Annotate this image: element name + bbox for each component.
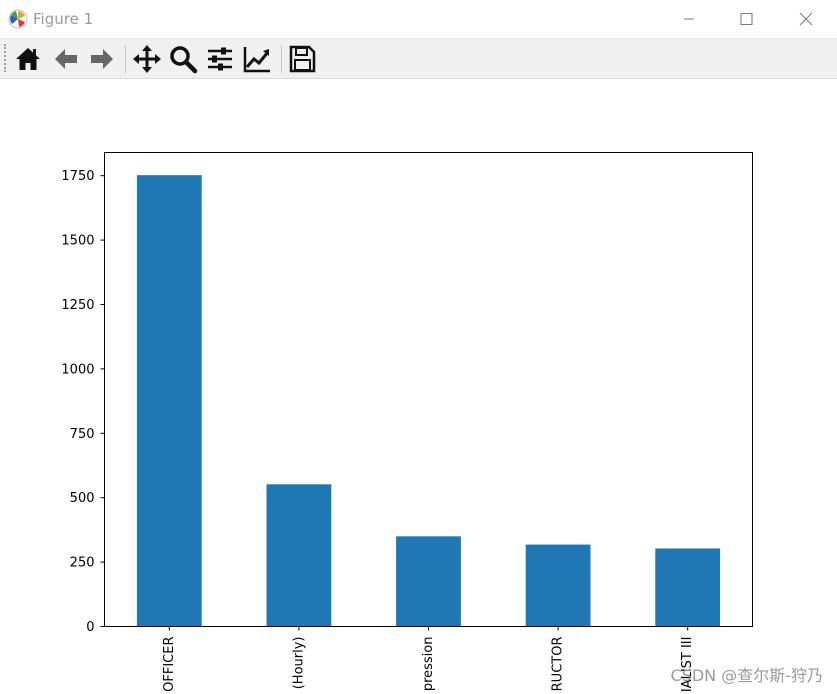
y-tick-label: 250 <box>70 556 95 571</box>
edit-axis-button[interactable] <box>242 44 272 74</box>
home-icon <box>16 48 40 70</box>
edit-axis-line-icon <box>243 47 270 73</box>
forward-button[interactable] <box>87 44 117 74</box>
save-button[interactable] <box>287 44 317 74</box>
maximize-button[interactable] <box>734 8 758 30</box>
bar <box>655 548 721 627</box>
bar <box>525 544 591 627</box>
close-button[interactable] <box>794 8 818 30</box>
x-tick-label: OFFICER <box>162 637 177 692</box>
bar <box>266 484 332 627</box>
pan-move-icon <box>133 45 161 73</box>
bar-chart: 0 250 500 750 1000 1250 1500 1750 OFFICER (Hourl… <box>61 152 753 692</box>
title-bar: Figure 1 <box>0 0 837 39</box>
x-axis: OFFICER (Hourly) pression RUCTOR IALIST III <box>162 626 695 692</box>
y-tick-label: 1250 <box>61 298 94 313</box>
y-tick-label: 1500 <box>61 234 94 249</box>
watermark-text: CSDN @查尔斯-狩乃 <box>670 666 823 685</box>
toolbar-grip[interactable] <box>4 44 8 72</box>
close-icon <box>799 12 813 26</box>
back-button[interactable] <box>51 44 81 74</box>
maximize-icon <box>740 13 753 25</box>
configure-subplots-button[interactable] <box>205 44 235 74</box>
x-tick-label: pression <box>421 637 436 692</box>
forward-arrow-icon <box>91 49 113 69</box>
save-floppy-icon <box>289 45 316 73</box>
y-tick-label: 1000 <box>61 362 94 377</box>
configure-subplots-icon <box>208 47 232 71</box>
bar <box>136 175 202 627</box>
matplotlib-app-icon <box>8 9 28 29</box>
zoom-magnifier-icon <box>170 46 198 74</box>
window-title: Figure 1 <box>33 10 94 28</box>
toolbar-separator <box>281 45 282 73</box>
y-tick-label: 1750 <box>61 169 94 184</box>
bar <box>396 536 461 627</box>
minimize-button[interactable] <box>677 8 701 30</box>
toolbar-separator <box>125 45 126 73</box>
back-arrow-icon <box>55 49 77 69</box>
pan-button[interactable] <box>132 44 162 74</box>
y-tick-label: 0 <box>86 620 94 635</box>
x-tick-label: RUCTOR <box>551 637 566 692</box>
x-tick-label: (Hourly) <box>291 637 306 690</box>
minimize-icon <box>684 18 694 20</box>
y-tick-label: 750 <box>70 427 95 442</box>
figure-canvas[interactable]: 0 250 500 750 1000 1250 1500 1750 OFFICER (Hourl… <box>0 79 837 694</box>
bars <box>136 175 721 627</box>
y-axis: 0 250 500 750 1000 1250 1500 1750 <box>61 169 105 635</box>
y-tick-label: 500 <box>70 491 95 506</box>
navigation-toolbar <box>0 39 837 79</box>
home-button[interactable] <box>13 44 43 74</box>
zoom-button[interactable] <box>168 44 198 74</box>
